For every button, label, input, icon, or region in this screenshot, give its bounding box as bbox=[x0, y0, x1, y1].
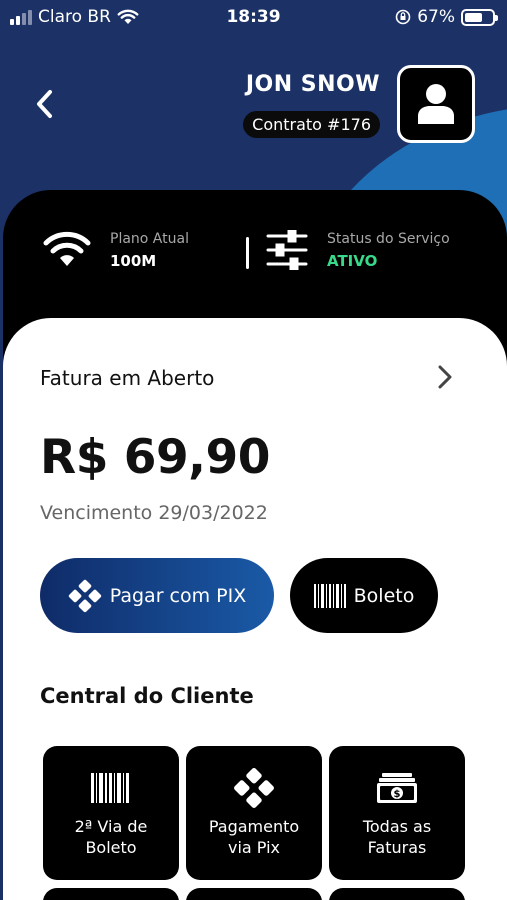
plan-label: Plano Atual bbox=[110, 230, 189, 247]
tile-pix-payment[interactable]: Pagamento via Pix bbox=[186, 746, 322, 880]
user-icon bbox=[418, 84, 454, 124]
boleto-label: Boleto bbox=[353, 584, 415, 607]
back-button[interactable] bbox=[30, 88, 62, 120]
tile-label-line2: Faturas bbox=[367, 838, 427, 857]
info-divider bbox=[246, 237, 249, 269]
pay-pix-button[interactable]: Pagar com PIX bbox=[40, 558, 274, 633]
battery-info: 67% bbox=[395, 7, 498, 27]
avatar[interactable] bbox=[397, 65, 475, 143]
tile-row2-partial[interactable] bbox=[329, 888, 465, 900]
pix-icon bbox=[68, 579, 101, 612]
user-name: JON SNOW bbox=[245, 72, 380, 97]
tile-label-line1: Todas as bbox=[362, 817, 432, 836]
plan-info: Plano Atual 100M bbox=[42, 230, 189, 270]
tile-row2-partial[interactable] bbox=[186, 888, 322, 900]
tile-second-copy-boleto[interactable]: 2ª Via de Boleto bbox=[43, 746, 179, 880]
tile-all-invoices[interactable]: $ Todas as Faturas bbox=[329, 746, 465, 880]
barcode-icon bbox=[91, 773, 129, 803]
money-icon: $ bbox=[377, 773, 417, 803]
service-status: Status do Serviço ATIVO bbox=[265, 230, 450, 270]
barcode-icon bbox=[313, 583, 346, 608]
contract-badge: Contrato #176 bbox=[243, 111, 380, 138]
wifi-icon bbox=[43, 231, 91, 266]
plan-value: 100M bbox=[110, 251, 157, 270]
pix-icon bbox=[234, 768, 274, 808]
invoice-amount: R$ 69,90 bbox=[40, 430, 270, 485]
rotation-lock-icon bbox=[395, 9, 411, 25]
pay-pix-label: Pagar com PIX bbox=[109, 584, 247, 607]
chevron-left-icon bbox=[37, 90, 52, 118]
tile-label-line1: 2ª Via de bbox=[74, 817, 148, 836]
boleto-button[interactable]: Boleto bbox=[290, 558, 438, 633]
tile-label-line1: Pagamento bbox=[208, 817, 300, 836]
tile-row2-partial[interactable] bbox=[43, 888, 179, 900]
chevron-right-icon[interactable] bbox=[432, 363, 458, 391]
central-title: Central do Cliente bbox=[40, 684, 254, 708]
svg-text:$: $ bbox=[394, 789, 401, 800]
status-badge: ATIVO bbox=[327, 251, 378, 270]
status-label: Status do Serviço bbox=[327, 230, 450, 247]
status-bar: Claro BR 18:39 67% bbox=[0, 0, 507, 36]
tile-label-line2: Boleto bbox=[85, 838, 137, 857]
battery-percent: 67% bbox=[417, 7, 455, 27]
tile-label-line2: via Pix bbox=[227, 838, 280, 857]
sliders-icon bbox=[266, 230, 308, 270]
invoice-due-date: Vencimento 29/03/2022 bbox=[40, 502, 268, 524]
battery-icon bbox=[461, 8, 498, 26]
invoice-title[interactable]: Fatura em Aberto bbox=[40, 366, 214, 390]
